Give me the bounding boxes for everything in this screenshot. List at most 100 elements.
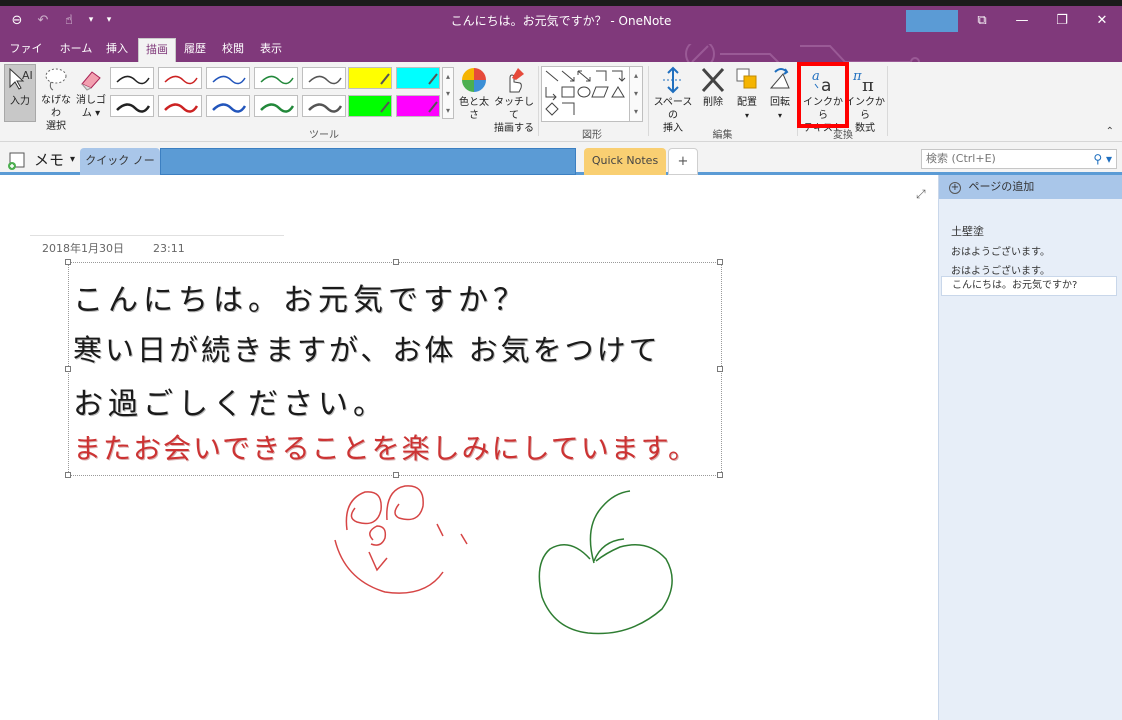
apple-doodle bbox=[538, 490, 673, 635]
pen-black-thick[interactable] bbox=[110, 95, 154, 117]
resize-handle[interactable] bbox=[717, 472, 723, 478]
convert-group-label: 変換 bbox=[833, 130, 853, 141]
arrange-button[interactable]: 配置 ▾ bbox=[731, 66, 763, 122]
ink-selection-box[interactable]: こんにちは。お元気ですか？ 寒い日が続きますが、お体 お気をつけて お過ごしくだ… bbox=[65, 259, 723, 478]
section-tab-blank[interactable] bbox=[160, 148, 576, 175]
separator bbox=[648, 66, 649, 136]
search-icon[interactable]: ⚲ ▾ bbox=[1093, 150, 1112, 168]
touch-draw-label-1: タッチして bbox=[494, 97, 534, 121]
color-label: 色と太さ bbox=[459, 97, 489, 121]
resize-handle[interactable] bbox=[65, 472, 71, 478]
tab-home[interactable]: ホーム bbox=[56, 38, 96, 62]
tab-view[interactable]: 表示 bbox=[256, 38, 286, 62]
shapes-scroll[interactable]: ▴ ▾ ▾ bbox=[629, 66, 643, 122]
input-button[interactable]: AI 入力 bbox=[4, 64, 36, 122]
highlighter-green[interactable] bbox=[348, 95, 392, 117]
shapes-gallery[interactable] bbox=[541, 66, 643, 122]
insert-space-icon bbox=[663, 66, 683, 94]
edit-group-label: 編集 bbox=[712, 130, 733, 141]
section-tab-quick[interactable]: クイック ノート bbox=[80, 148, 160, 192]
rotate-button[interactable]: 回転 ▾ bbox=[765, 66, 795, 122]
eraser-label-2: ム ▾ bbox=[81, 108, 101, 119]
resize-handle[interactable] bbox=[717, 259, 723, 265]
pen-green-thin[interactable] bbox=[254, 67, 298, 89]
touch-draw-button[interactable]: タッチして 描画する bbox=[494, 66, 534, 135]
search-placeholder: 検索 (Ctrl+E) bbox=[926, 152, 996, 165]
insert-space-button[interactable]: スペースの 挿入 bbox=[650, 66, 696, 135]
highlighter-magenta[interactable] bbox=[396, 95, 440, 117]
separator bbox=[538, 66, 539, 136]
add-section-button[interactable]: + bbox=[668, 148, 698, 175]
eraser-icon bbox=[81, 71, 101, 91]
tab-draw[interactable]: 描画 bbox=[138, 38, 176, 62]
type-cursor-icon: AI bbox=[9, 67, 33, 90]
color-wheel-icon bbox=[462, 68, 486, 92]
notebook-selector[interactable]: メモ ▾ bbox=[8, 149, 75, 170]
account-block[interactable] bbox=[906, 10, 958, 32]
touch-pen-icon bbox=[509, 68, 524, 93]
tab-review[interactable]: 校閲 bbox=[218, 38, 248, 62]
tab-file[interactable]: ファイル bbox=[6, 38, 46, 77]
pen-red-thin[interactable] bbox=[158, 67, 202, 89]
pen-gray-thick[interactable] bbox=[302, 95, 346, 117]
section-tab-quick-notes[interactable]: Quick Notes bbox=[584, 148, 666, 175]
resize-handle[interactable] bbox=[65, 366, 71, 372]
ink-to-math-label-1: インクから bbox=[845, 97, 885, 121]
ink-to-math-icon: π π bbox=[852, 69, 874, 94]
ribbon-display-icon[interactable]: ⧉ bbox=[962, 6, 1002, 34]
delete-button[interactable]: 削除 bbox=[698, 66, 728, 109]
window-controls: ⧉ — ❐ ✕ bbox=[962, 6, 1122, 34]
onenote-window: ⊖ ↶ ☝ ▾ ▾ こんにちは。お元気ですか？ - OneNote ⧉ — ❐ … bbox=[0, 0, 1122, 720]
chevron-down-icon: ▾ bbox=[744, 111, 749, 120]
add-page-button[interactable]: + ページの追加 bbox=[939, 175, 1122, 199]
pen-blue-thick[interactable] bbox=[206, 95, 250, 117]
close-icon[interactable]: ✕ bbox=[1082, 6, 1122, 34]
lasso-icon bbox=[45, 68, 67, 91]
tools-group-label: ツール bbox=[309, 130, 339, 141]
page-item[interactable]: おはようございます。 bbox=[951, 243, 1050, 258]
ink-to-math-button[interactable]: π π インクから 数式 bbox=[845, 66, 885, 135]
svg-text:π: π bbox=[862, 75, 874, 94]
color-thickness-button[interactable]: 色と太さ bbox=[456, 66, 492, 122]
rotate-icon bbox=[769, 68, 790, 89]
tab-history[interactable]: 履歴 bbox=[180, 38, 210, 62]
annotation-highlight-box bbox=[797, 62, 849, 128]
notebook-icon bbox=[8, 152, 25, 170]
eraser-label-1: 消しゴ bbox=[76, 95, 106, 106]
collapse-ribbon-icon[interactable]: ⌃ bbox=[1106, 126, 1114, 137]
arrange-icon bbox=[736, 68, 757, 89]
pen-black-thin[interactable] bbox=[110, 67, 154, 89]
page-item[interactable]: おはようございます。 bbox=[951, 262, 1050, 277]
add-page-label: ページの追加 bbox=[968, 180, 1035, 193]
shapes-icons bbox=[545, 70, 626, 116]
highlighter-yellow[interactable] bbox=[348, 67, 392, 89]
pen-gallery-scroll[interactable]: ▴ ▾ ▾ bbox=[442, 67, 454, 119]
pen-green-thick[interactable] bbox=[254, 95, 298, 117]
page-datetime: 2018年1月30日 23:11 bbox=[42, 240, 185, 256]
pen-gray-thin[interactable] bbox=[302, 67, 346, 89]
lasso-select-button[interactable]: なげなわ 選択 bbox=[38, 66, 74, 133]
chevron-down-icon: ▾ bbox=[70, 154, 76, 165]
draw-ribbon: AI 入力 なげなわ 選択 消しゴ ム ▾ ▴ ▾ ▾ 色と太さ タッチして 描… bbox=[0, 62, 1122, 142]
resize-handle[interactable] bbox=[393, 259, 399, 265]
page-item-group[interactable]: 土壁塗 bbox=[951, 223, 984, 239]
minimize-icon[interactable]: — bbox=[1002, 6, 1042, 34]
resize-handle[interactable] bbox=[393, 472, 399, 478]
pen-blue-thin[interactable] bbox=[206, 67, 250, 89]
title-underline bbox=[30, 235, 284, 236]
restore-icon[interactable]: ❐ bbox=[1042, 6, 1082, 34]
resize-handle[interactable] bbox=[65, 259, 71, 265]
page-canvas[interactable]: ⤢ 2018年1月30日 23:11 こんにちは。お元気ですか？ 寒い日が続きま… bbox=[0, 175, 938, 720]
lasso-label-2: 選択 bbox=[46, 121, 66, 132]
pen-red-thick[interactable] bbox=[158, 95, 202, 117]
pages-pane: + ページの追加 土壁塗 おはようございます。 おはようございます。 こんにちは… bbox=[938, 175, 1122, 720]
resize-handle[interactable] bbox=[717, 366, 723, 372]
search-input[interactable]: 検索 (Ctrl+E) ⚲ ▾ bbox=[921, 149, 1117, 169]
highlighter-cyan[interactable] bbox=[396, 67, 440, 89]
tab-insert[interactable]: 挿入 bbox=[102, 38, 132, 62]
full-page-view-icon[interactable]: ⤢ bbox=[916, 187, 926, 202]
page-item-selected[interactable]: こんにちは。お元気ですか? bbox=[941, 276, 1117, 296]
eraser-button[interactable]: 消しゴ ム ▾ bbox=[76, 66, 106, 120]
svg-text:π: π bbox=[852, 69, 862, 84]
delete-label: 削除 bbox=[703, 97, 723, 108]
